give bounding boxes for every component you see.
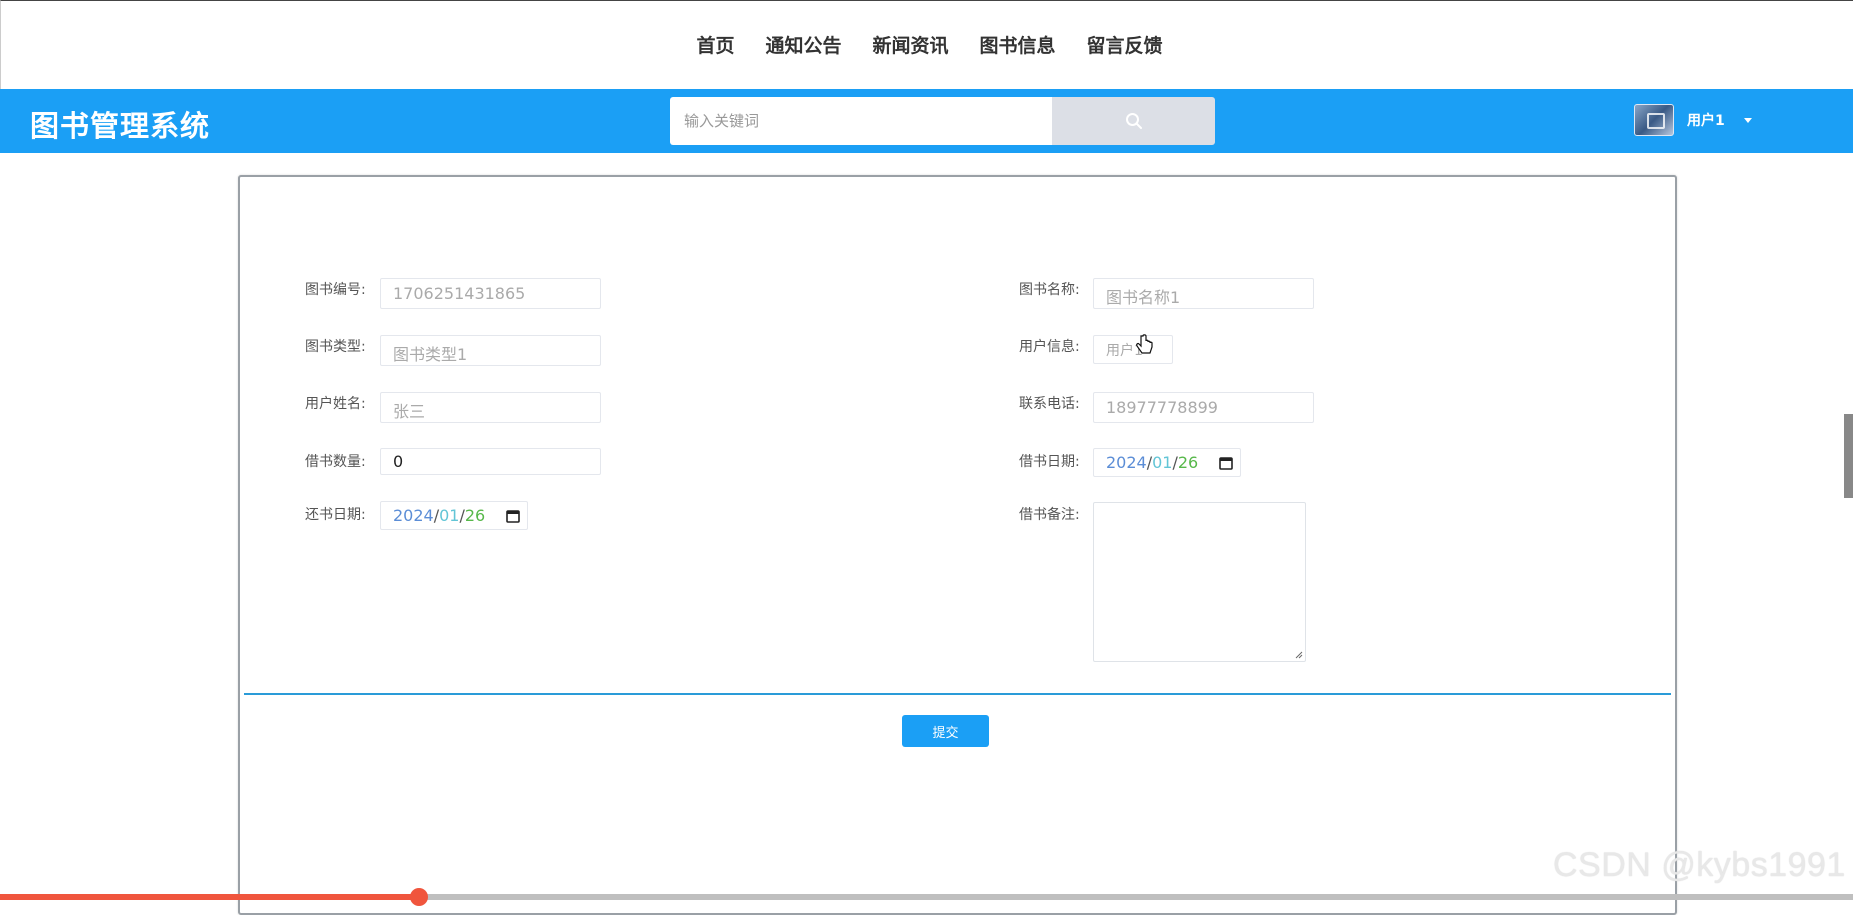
search-input[interactable] xyxy=(670,97,1052,145)
avatar[interactable] xyxy=(1634,104,1674,136)
borrow-count-input[interactable]: 0 xyxy=(380,448,601,475)
borrow-date-day: 26 xyxy=(1177,453,1199,472)
nav-feedback[interactable]: 留言反馈 xyxy=(1087,31,1163,58)
return-date-input[interactable]: 2024/01/26 xyxy=(380,501,528,530)
nav-home[interactable]: 首页 xyxy=(696,31,734,58)
phone-field[interactable]: 18977778899 xyxy=(1093,392,1314,423)
scrollbar-thumb[interactable] xyxy=(1844,414,1853,498)
label-user-name: 用户姓名: xyxy=(305,396,366,412)
label-borrow-date: 借书日期: xyxy=(1019,454,1080,470)
label-book-name: 图书名称: xyxy=(1019,282,1080,298)
return-date-month: 01 xyxy=(439,506,460,525)
borrow-date-input[interactable]: 2024/01/26 xyxy=(1093,448,1241,477)
hand-cursor-icon xyxy=(1136,334,1153,354)
nav-news[interactable]: 新闻资讯 xyxy=(872,31,948,58)
search-button[interactable] xyxy=(1052,97,1215,145)
label-phone: 联系电话: xyxy=(1019,396,1080,412)
label-remark: 借书备注: xyxy=(1019,507,1080,523)
video-progress-fill xyxy=(0,894,419,900)
remark-textarea[interactable] xyxy=(1093,502,1306,662)
label-return-date: 还书日期: xyxy=(305,507,366,523)
calendar-icon[interactable] xyxy=(505,508,521,524)
user-name-field[interactable]: 张三 xyxy=(380,392,601,423)
nav-books[interactable]: 图书信息 xyxy=(980,31,1056,58)
top-nav: 首页 通知公告 新闻资讯 图书信息 留言反馈 xyxy=(0,0,1853,89)
book-name-field[interactable]: 图书名称1 xyxy=(1093,278,1314,309)
user-menu[interactable]: 用户1 xyxy=(1634,96,1752,144)
nav-notices[interactable]: 通知公告 xyxy=(765,31,841,58)
borrow-date-year: 2024 xyxy=(1106,453,1147,472)
label-book-type: 图书类型: xyxy=(305,339,366,355)
book-no-field[interactable]: 1706251431865 xyxy=(380,278,601,309)
search-bar xyxy=(670,97,1215,145)
resize-handle-icon[interactable] xyxy=(1295,651,1303,659)
submit-button[interactable]: 提交 xyxy=(902,715,989,747)
chevron-down-icon[interactable] xyxy=(1743,117,1752,123)
video-progress-bar[interactable] xyxy=(0,888,1853,906)
return-date-year: 2024 xyxy=(393,506,434,525)
form-divider xyxy=(244,693,1671,695)
video-progress-handle[interactable] xyxy=(409,888,428,906)
calendar-icon[interactable] xyxy=(1218,455,1234,471)
return-date-day: 26 xyxy=(464,506,486,525)
search-icon xyxy=(1125,113,1142,129)
user-info-select[interactable]: 用户1 xyxy=(1093,335,1173,364)
site-title: 图书管理系统 xyxy=(30,109,211,143)
label-user-info: 用户信息: xyxy=(1019,339,1080,355)
label-book-no: 图书编号: xyxy=(305,282,366,298)
label-borrow-count: 借书数量: xyxy=(305,454,366,470)
username[interactable]: 用户1 xyxy=(1687,110,1725,130)
header-bar: 图书管理系统 用户1 xyxy=(0,89,1853,153)
watermark: CSDN @kybs1991 xyxy=(1553,846,1846,884)
book-type-field[interactable]: 图书类型1 xyxy=(380,335,601,366)
borrow-date-month: 01 xyxy=(1152,453,1173,472)
